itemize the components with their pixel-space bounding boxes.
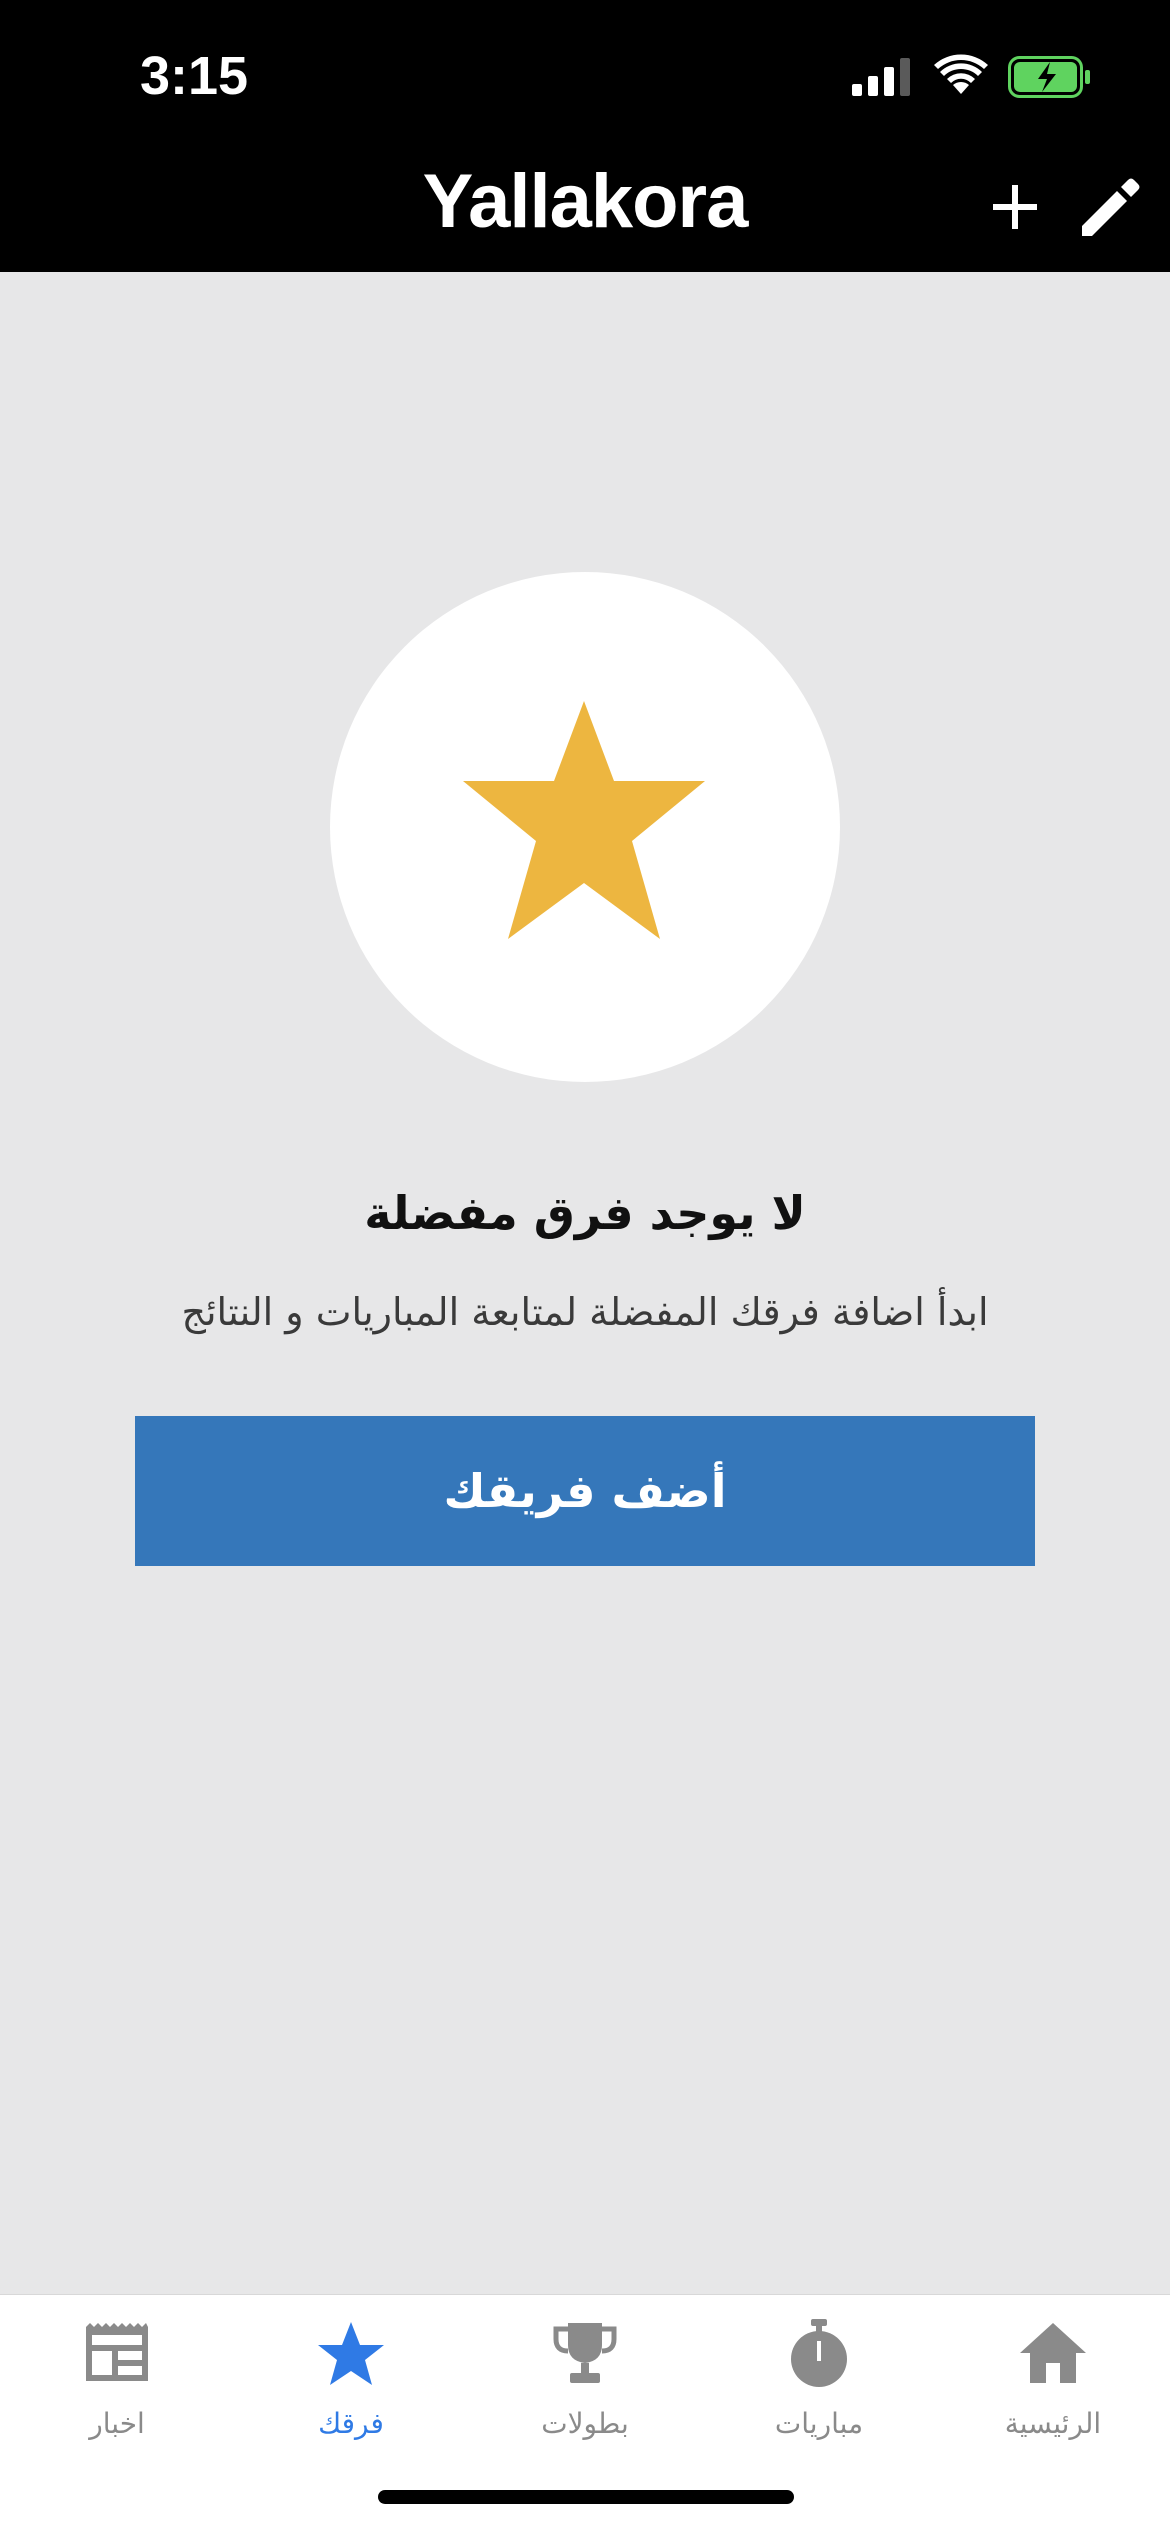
news-icon bbox=[86, 2323, 148, 2381]
empty-state-subtitle: ابدأ اضافة فرقك المفضلة لمتابعة المباريا… bbox=[181, 1290, 989, 1334]
tab-news[interactable]: اخبار bbox=[0, 2295, 234, 2465]
wifi-icon bbox=[934, 54, 988, 94]
cellular-signal-icon bbox=[852, 58, 910, 96]
tab-my-teams-label: فرقك bbox=[318, 2407, 384, 2440]
trophy-icon bbox=[553, 2323, 617, 2383]
home-indicator bbox=[378, 2490, 794, 2504]
add-button[interactable] bbox=[978, 170, 1052, 244]
top-bar: 3:15 Yallakora bbox=[0, 0, 1170, 272]
tab-news-label: اخبار bbox=[89, 2407, 145, 2440]
tab-matches-label: مباريات bbox=[774, 2407, 864, 2440]
stopwatch-icon bbox=[791, 2319, 847, 2387]
home-icon bbox=[1020, 2323, 1086, 2383]
add-team-button-label: أضف فريقك bbox=[443, 1464, 727, 1518]
tab-tournaments-label: بطولات bbox=[541, 2407, 629, 2440]
tab-home[interactable]: الرئيسية bbox=[936, 2295, 1170, 2465]
tab-tournaments[interactable]: بطولات bbox=[468, 2295, 702, 2465]
star-icon bbox=[318, 2322, 384, 2385]
battery-charging-icon bbox=[1008, 56, 1090, 98]
edit-pencil-button[interactable] bbox=[1072, 170, 1146, 244]
add-team-button[interactable]: أضف فريقك bbox=[135, 1416, 1035, 1566]
tab-my-teams[interactable]: فرقك bbox=[234, 2295, 468, 2465]
status-time: 3:15 bbox=[140, 46, 249, 106]
tab-home-label: الرئيسية bbox=[1004, 2407, 1102, 2440]
star-icon bbox=[463, 701, 705, 939]
empty-state-title: لا يوجد فرق مفضلة bbox=[364, 1186, 806, 1240]
tab-matches[interactable]: مباريات bbox=[702, 2295, 936, 2465]
